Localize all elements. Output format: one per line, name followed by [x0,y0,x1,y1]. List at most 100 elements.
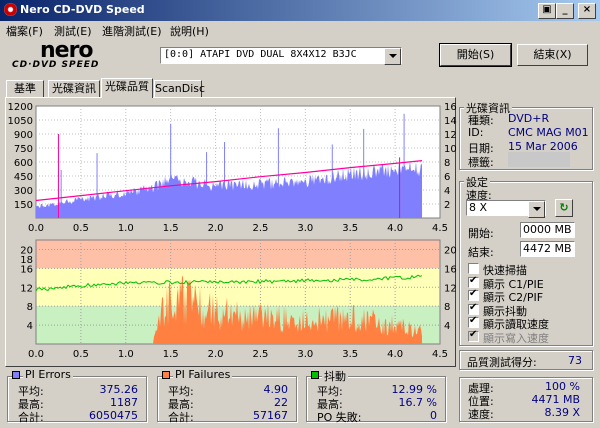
po-failures-value: 0 [430,409,437,422]
start-button[interactable]: 開始(S) [439,43,512,67]
chart2-xtick: 4.0 [387,349,403,360]
end-button[interactable]: 結束(X) [517,44,588,66]
chart1-ytick-left: 750 [14,144,33,155]
chart2-ytick-left: 12 [20,283,33,294]
chart2-ytick-right: 20 [444,245,457,256]
jitter-legend [311,371,319,379]
chart1-xtick: 0.5 [73,223,89,234]
chart1-ytick-left: 900 [14,130,33,141]
chart2-ytick-right: 12 [444,283,457,294]
tab-disc-info[interactable]: 光碟資訊 [48,80,100,97]
chart1-ytick-right: 14 [444,116,457,127]
pi-errors-total-label: 合計: [18,411,44,424]
chart1-xtick: 1.5 [163,223,179,234]
speed-result-label: 速度: [468,408,494,421]
process-value: 100 % [545,380,580,393]
show-c2-pif-checkbox[interactable] [468,288,479,301]
drive-select-value: [0:0] ATAPI DVD DUAL 8X4X12 B3JC [164,49,357,60]
app-icon [4,3,17,16]
minimize-icon[interactable]: _ [556,3,574,19]
menu-test[interactable]: 測試(E) [54,23,92,39]
chevron-down-icon[interactable] [384,48,401,65]
disc-id-label: ID: [468,126,484,139]
pi-errors-avg-value: 375.26 [99,383,139,396]
chart2-ytick-right: 8 [444,302,450,313]
chart1-xtick: 4.0 [387,223,403,234]
pi-errors-chart-svg: 1200 1050 900 750 600 450 300 150 16 14 12 10 8 6 4 2 0.… [8,102,457,234]
drive-select[interactable]: [0:0] ATAPI DVD DUAL 8X4X12 B3JC [160,47,402,65]
chart2-xtick: 0.0 [28,349,44,360]
chart1-xtick: 0.0 [28,223,44,234]
chart2-xtick: 2.0 [208,349,224,360]
window-title: Nero CD-DVD Speed [20,3,145,16]
disc-label-value [508,152,570,167]
refresh-icon[interactable]: ↻ [555,199,573,217]
menu-help[interactable]: 說明(H) [170,23,209,39]
chart1-xtick: 4.5 [432,223,448,234]
chart2-xtick: 2.5 [252,349,268,360]
pi-errors-total-value: 6050475 [89,409,138,422]
chart1-ytick-left: 1050 [8,116,33,127]
chart1-ytick-right: 12 [444,130,457,141]
tab-disc-quality[interactable]: 光碟品質 [101,78,153,98]
end-label: 結束: [468,246,494,259]
chart2-xtick: 3.5 [342,349,358,360]
chart2-xtick: 1.0 [118,349,134,360]
chart1-xtick: 1.0 [118,223,134,234]
pi-errors-legend [12,371,20,379]
speed-select-value: 8 X [469,201,488,214]
position-value: 4471 MB [531,393,580,406]
chart1-ytick-right: 2 [444,200,450,211]
show-write-speed-label: 顯示寫入速度 [483,331,549,345]
chart1-ytick-left: 150 [14,200,33,211]
tab-scandisc[interactable]: ScanDisc [154,80,205,97]
chart1-ytick-left: 1200 [8,102,33,113]
pi-failures-total-label: 合計: [168,411,194,424]
chart1-xtick: 2.0 [208,223,224,234]
disc-id-value: CMC MAG M01 [508,126,589,139]
show-c1-pie-checkbox[interactable] [468,275,479,288]
pi-failures-title: PI Failures [173,368,233,381]
po-failures-label: PO 失敗: [317,411,362,424]
chart1-ytick-right: 10 [444,144,457,155]
chart2-xtick: 0.5 [73,349,89,360]
cd-dvd-speed-logo: CD·DVD SPEED [12,60,100,70]
score-label: 品質測試得分: [467,356,537,369]
chart1-xtick: 3.5 [342,223,358,234]
pi-failures-max-value: 22 [274,396,288,409]
pi-errors-title: PI Errors [23,368,73,381]
restore-down-icon[interactable]: ▣ [538,3,556,19]
chevron-down-icon[interactable] [528,201,545,218]
menu-file[interactable]: 檔案(F) [6,23,43,39]
chart1-ytick-left: 450 [14,172,33,183]
quick-scan-checkbox[interactable] [468,263,479,274]
start-input[interactable]: 0000 MB [520,222,575,238]
disc-type-value: DVD+R [508,112,550,125]
chart2-xtick: 4.5 [432,349,448,360]
pi-failures-total-value: 57167 [253,409,288,422]
speed-select[interactable]: 8 X [466,200,546,218]
disc-label-label: 標籤: [468,156,494,169]
jitter-title: 抖動 [322,368,348,384]
tab-benchmark[interactable]: 基準 [6,80,44,97]
chart1-xtick: 3.0 [297,223,313,234]
chart1-ytick-left: 600 [14,158,33,169]
pi-errors-max-value: 1187 [110,396,138,409]
chart2-ytick-right: 4 [444,321,450,332]
show-jitter-checkbox[interactable] [468,302,479,315]
show-write-speed-checkbox [468,329,479,342]
chart1-ytick-right: 4 [444,186,450,197]
chart2-xtick: 1.5 [163,349,179,360]
pi-failures-avg-value: 4.90 [263,383,289,396]
menu-advanced-test[interactable]: 進階測試(E) [102,23,162,39]
pi-failures-chart: 20 18 16 12 8 4 20 16 12 8 4 0.0 0.5 1.0 1.5 2.0 2.5 3.0 3… [0,236,460,362]
end-input[interactable]: 4472 MB [520,241,575,257]
pi-failures-chart-svg: 2018161284201612840.0 0.5 1.0 1.5 2.0 2.5 3.0 3… [20,239,457,360]
show-read-speed-checkbox[interactable] [468,315,479,328]
chart1-ytick-right: 16 [444,102,457,113]
pi-failures-legend [162,371,170,379]
title-bar: Nero CD-DVD Speed ▣ _ × [0,0,600,21]
jitter-max-value: 16.7 % [398,396,437,409]
chart1-ytick-left: 300 [14,186,33,197]
close-icon[interactable]: × [578,3,596,19]
